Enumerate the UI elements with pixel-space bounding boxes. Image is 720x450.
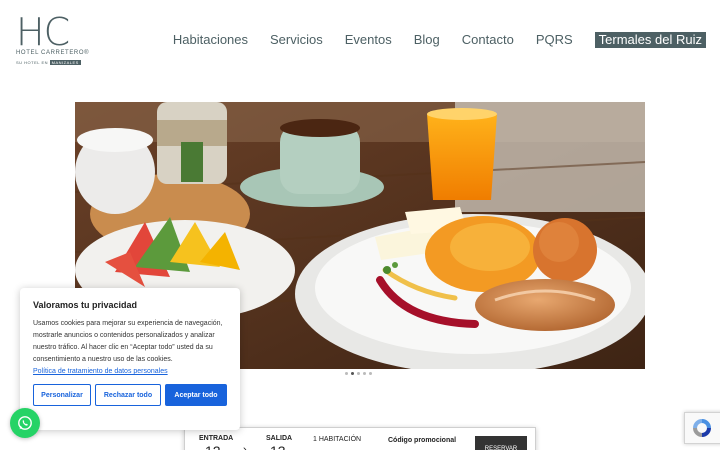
slider-dot-active[interactable] bbox=[351, 372, 354, 375]
cookie-body: Usamos cookies para mejorar su experienc… bbox=[33, 320, 223, 363]
reject-all-button[interactable]: Rechazar todo bbox=[95, 384, 161, 406]
checkin-day[interactable]: 12 bbox=[205, 443, 221, 450]
slider-dot[interactable] bbox=[345, 372, 348, 375]
cookie-buttons: Personalizar Rechazar todo Aceptar todo bbox=[33, 384, 227, 406]
arrow-right-icon: › bbox=[243, 444, 247, 450]
slider-dot[interactable] bbox=[363, 372, 366, 375]
cookie-title: Valoramos tu privacidad bbox=[33, 300, 138, 310]
rooms-selector[interactable]: 1 HABITACIÓN bbox=[313, 436, 361, 443]
slider-dot[interactable] bbox=[369, 372, 372, 375]
whatsapp-icon bbox=[18, 416, 32, 430]
promo-code-label[interactable]: Código promocional bbox=[388, 437, 456, 444]
nav-blog[interactable]: Blog bbox=[414, 32, 440, 48]
checkout-label: SALIDA bbox=[266, 435, 293, 442]
logo-mark: HC bbox=[16, 10, 70, 54]
privacy-policy-link[interactable]: Política de tratamiento de datos persona… bbox=[33, 368, 227, 375]
nav-termales-del-ruiz[interactable]: Termales del Ruiz bbox=[594, 32, 706, 48]
slider-dots bbox=[345, 372, 372, 375]
logo-tagline: SU HOTEL EN MANIZALES bbox=[16, 60, 96, 65]
nav-contacto[interactable]: Contacto bbox=[462, 32, 514, 48]
checkout-day[interactable]: 13 bbox=[270, 443, 286, 450]
whatsapp-button[interactable] bbox=[10, 408, 40, 438]
nav-servicios[interactable]: Servicios bbox=[270, 32, 323, 48]
booking-bar: ENTRADA 12 › SALIDA 13 1 HABITACIÓN Códi… bbox=[184, 427, 536, 450]
customize-button[interactable]: Personalizar bbox=[33, 384, 91, 406]
main-nav: Habitaciones Servicios Eventos Blog Cont… bbox=[151, 32, 706, 48]
logo-name: HOTEL CARRETERO® bbox=[16, 50, 90, 56]
logo[interactable]: HC HOTEL CARRETERO® SU HOTEL EN MANIZALE… bbox=[16, 10, 96, 68]
checkin-label: ENTRADA bbox=[199, 435, 234, 442]
logo-tagline-prefix: SU HOTEL EN bbox=[16, 60, 49, 65]
accept-all-button[interactable]: Aceptar todo bbox=[165, 384, 227, 406]
recaptcha-badge[interactable] bbox=[684, 412, 720, 444]
cookie-consent-panel: Valoramos tu privacidad Usamos cookies p… bbox=[20, 288, 240, 430]
logo-tagline-city: MANIZALES bbox=[49, 60, 81, 65]
reserve-button[interactable]: RESERVAR bbox=[475, 436, 527, 450]
nav-eventos[interactable]: Eventos bbox=[345, 32, 392, 48]
nav-pqrs[interactable]: PQRS bbox=[536, 32, 573, 48]
recaptcha-icon bbox=[693, 419, 711, 437]
nav-habitaciones[interactable]: Habitaciones bbox=[173, 32, 248, 48]
slider-dot[interactable] bbox=[357, 372, 360, 375]
